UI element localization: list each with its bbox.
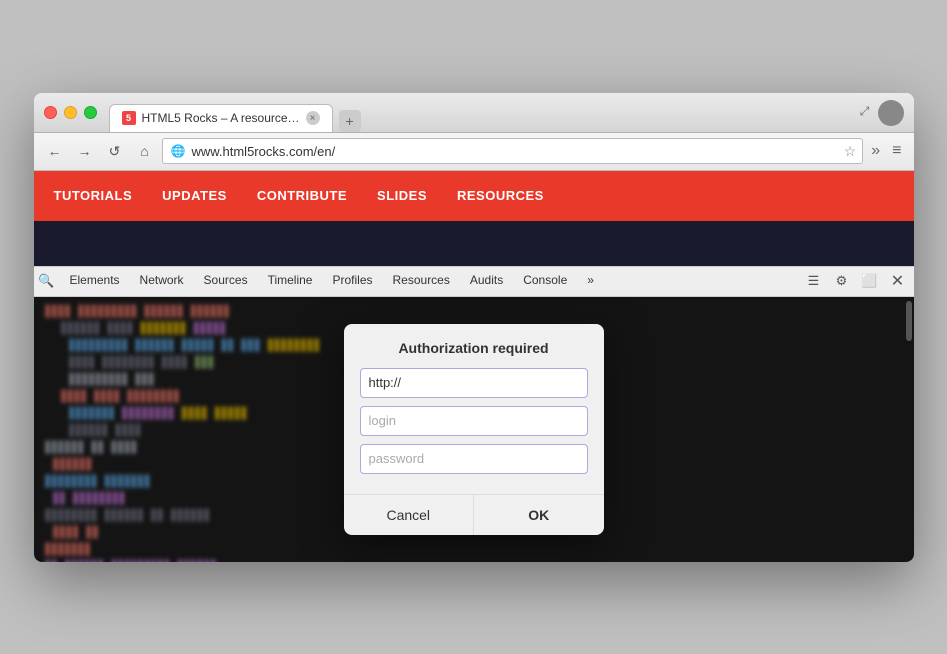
scrollbar[interactable] xyxy=(906,301,912,341)
home-button[interactable]: ⌂ xyxy=(132,138,158,164)
tab-console[interactable]: Console xyxy=(513,266,577,296)
devtools-settings-icon[interactable]: ⚙ xyxy=(830,269,854,293)
dialog-cancel-button[interactable]: Cancel xyxy=(344,495,475,535)
dialog-ok-button[interactable]: OK xyxy=(474,495,604,535)
avatar[interactable] xyxy=(878,100,904,126)
devtools-dock-icon[interactable]: ⬜ xyxy=(858,269,882,293)
nav-menu-button[interactable]: ≡ xyxy=(888,142,905,160)
forward-button[interactable]: → xyxy=(72,138,98,164)
minimize-button[interactable] xyxy=(64,106,77,119)
dialog-password-input[interactable] xyxy=(360,444,588,474)
nav-resources[interactable]: RESOURCES xyxy=(457,188,544,203)
tab-timeline[interactable]: Timeline xyxy=(258,266,323,296)
dialog-footer: Cancel OK xyxy=(344,494,604,535)
website-body xyxy=(34,221,914,266)
nav-bar: ← → ↺ ⌂ 🌐 www.html5rocks.com/en/ ☆ » ≡ xyxy=(34,133,914,171)
tab-resources[interactable]: Resources xyxy=(383,266,460,296)
browser-window: 5 HTML5 Rocks – A resource… × + ⤢ ← → ↺ … xyxy=(34,93,914,562)
devtools-panel: 🔍 Elements Network Sources Timeline Prof… xyxy=(34,266,914,562)
url-text: www.html5rocks.com/en/ xyxy=(191,144,832,159)
tab-title: HTML5 Rocks – A resource… xyxy=(142,111,300,125)
nav-contribute[interactable]: CONTRIBUTE xyxy=(257,188,347,203)
tab-elements[interactable]: Elements xyxy=(60,266,130,296)
back-button[interactable]: ← xyxy=(42,138,68,164)
devtools-content: ▋▋▋▋ ▋▋▋▋▋▋▋▋▋ ▋▋▋▋▋▋ ▋▋▋▋▋▋ ▋▋▋▋▋▋ ▋▋▋▋… xyxy=(34,297,914,562)
reload-button[interactable]: ↺ xyxy=(102,138,128,164)
devtools-multiline-icon[interactable]: ☰ xyxy=(802,269,826,293)
dialog-login-input[interactable] xyxy=(360,406,588,436)
tab-close-button[interactable]: × xyxy=(306,111,320,125)
devtools-close-button[interactable]: ✕ xyxy=(886,269,910,293)
tab-sources[interactable]: Sources xyxy=(194,266,258,296)
nav-slides[interactable]: SLIDES xyxy=(377,188,427,203)
bookmark-icon[interactable]: ☆ xyxy=(844,143,857,160)
nav-updates[interactable]: UPDATES xyxy=(162,188,227,203)
dialog-overlay: Authorization required Cancel OK xyxy=(34,297,914,562)
tab-network[interactable]: Network xyxy=(130,266,194,296)
devtools-tab-bar: 🔍 Elements Network Sources Timeline Prof… xyxy=(34,267,914,297)
close-button[interactable] xyxy=(44,106,57,119)
active-tab[interactable]: 5 HTML5 Rocks – A resource… × xyxy=(109,104,333,132)
traffic-lights xyxy=(44,106,97,119)
tab-bar: 5 HTML5 Rocks – A resource… × + xyxy=(109,93,361,132)
dialog-url-input[interactable] xyxy=(360,368,588,398)
nav-overflow-button[interactable]: » xyxy=(867,142,884,160)
auth-dialog: Authorization required Cancel OK xyxy=(344,324,604,535)
devtools-toolbar-right: ☰ ⚙ ⬜ ✕ xyxy=(802,269,910,293)
address-icon: 🌐 xyxy=(171,144,186,158)
tab-profiles[interactable]: Profiles xyxy=(322,266,382,296)
title-bar: 5 HTML5 Rocks – A resource… × + ⤢ xyxy=(34,93,914,133)
tab-favicon: 5 xyxy=(122,111,136,125)
website-header: TUTORIALS UPDATES CONTRIBUTE SLIDES RESO… xyxy=(34,171,914,221)
tab-audits[interactable]: Audits xyxy=(460,266,513,296)
maximize-button[interactable] xyxy=(84,106,97,119)
address-bar[interactable]: 🌐 www.html5rocks.com/en/ ☆ xyxy=(162,138,864,164)
nav-tutorials[interactable]: TUTORIALS xyxy=(54,188,133,203)
tab-overflow[interactable]: » xyxy=(577,266,604,296)
expand-icon[interactable]: ⤢ xyxy=(856,103,874,121)
dialog-header: Authorization required xyxy=(344,324,604,494)
dialog-title: Authorization required xyxy=(360,340,588,356)
new-tab-button[interactable]: + xyxy=(339,110,361,132)
devtools-search-icon[interactable]: 🔍 xyxy=(38,272,56,290)
